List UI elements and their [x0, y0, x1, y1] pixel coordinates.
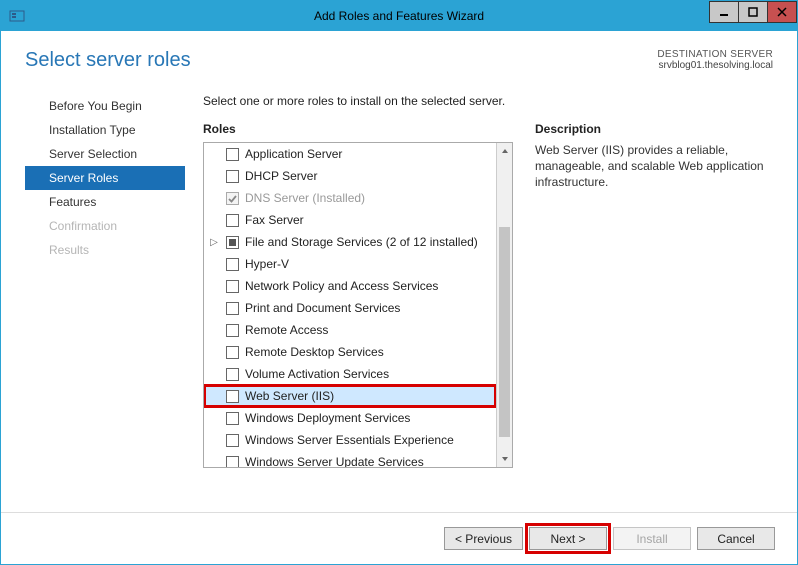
header-row: Select server roles DESTINATION SERVER s… [25, 49, 773, 72]
description-text: Web Server (IIS) provides a reliable, ma… [535, 142, 773, 191]
role-row-1[interactable]: DHCP Server [204, 165, 496, 187]
role-label: Windows Deployment Services [245, 411, 410, 425]
role-checkbox[interactable] [226, 302, 239, 315]
roles-heading: Roles [203, 122, 513, 136]
role-row-11[interactable]: Web Server (IIS) [204, 385, 496, 407]
install-button: Install [613, 527, 691, 550]
description-column: Description Web Server (IIS) provides a … [535, 122, 773, 468]
center-panel: Select one or more roles to install on t… [185, 94, 773, 468]
role-label: DHCP Server [245, 169, 317, 183]
window-buttons [710, 1, 797, 23]
roles-description-columns: Roles Application Server DHCP Server DNS S… [203, 122, 773, 468]
role-label: Application Server [245, 147, 342, 161]
role-row-8[interactable]: Remote Access [204, 319, 496, 341]
close-button[interactable] [767, 1, 797, 23]
sidebar-item-5: Confirmation [25, 214, 185, 238]
role-checkbox[interactable] [226, 280, 239, 293]
role-row-4[interactable]: ▷ File and Storage Services (2 of 12 inst… [204, 231, 496, 253]
role-checkbox[interactable] [226, 170, 239, 183]
wizard-sidebar: Before You BeginInstallation TypeServer … [25, 94, 185, 468]
app-icon [9, 8, 25, 24]
role-row-5[interactable]: Hyper-V [204, 253, 496, 275]
window-title: Add Roles and Features Wizard [1, 9, 797, 23]
role-checkbox[interactable] [226, 148, 239, 161]
role-label: Remote Access [245, 323, 328, 337]
wizard-window: Add Roles and Features Wizard Select ser… [0, 0, 798, 565]
role-label: Hyper-V [245, 257, 289, 271]
role-label: DNS Server (Installed) [245, 191, 365, 205]
role-checkbox[interactable] [226, 214, 239, 227]
role-label: Fax Server [245, 213, 304, 227]
role-row-9[interactable]: Remote Desktop Services [204, 341, 496, 363]
main-columns: Before You BeginInstallation TypeServer … [25, 94, 773, 468]
page-title: Select server roles [25, 49, 191, 72]
role-row-12[interactable]: Windows Deployment Services [204, 407, 496, 429]
role-checkbox[interactable] [226, 346, 239, 359]
role-checkbox[interactable] [226, 456, 239, 468]
cancel-button[interactable]: Cancel [697, 527, 775, 550]
role-checkbox[interactable] [226, 412, 239, 425]
role-row-0[interactable]: Application Server [204, 143, 496, 165]
role-label: File and Storage Services (2 of 12 insta… [245, 235, 478, 249]
role-row-6[interactable]: Network Policy and Access Services [204, 275, 496, 297]
scroll-thumb[interactable] [499, 227, 510, 437]
role-checkbox[interactable] [226, 236, 239, 249]
role-label: Windows Server Essentials Experience [245, 433, 454, 447]
role-checkbox [226, 192, 239, 205]
role-row-2: DNS Server (Installed) [204, 187, 496, 209]
footer: < Previous Next > Install Cancel [1, 512, 797, 564]
role-checkbox[interactable] [226, 390, 239, 403]
minimize-button[interactable] [709, 1, 739, 23]
role-row-10[interactable]: Volume Activation Services [204, 363, 496, 385]
previous-button[interactable]: < Previous [444, 527, 523, 550]
scrollbar[interactable] [496, 143, 512, 467]
sidebar-item-4[interactable]: Features [25, 190, 185, 214]
next-button[interactable]: Next > [529, 527, 607, 550]
role-checkbox[interactable] [226, 434, 239, 447]
content-area: Select server roles DESTINATION SERVER s… [1, 31, 797, 511]
role-label: Network Policy and Access Services [245, 279, 438, 293]
scroll-down-button[interactable] [497, 451, 512, 467]
scroll-track[interactable] [497, 159, 512, 451]
role-label: Print and Document Services [245, 301, 400, 315]
role-label: Windows Server Update Services [245, 455, 424, 467]
role-row-7[interactable]: Print and Document Services [204, 297, 496, 319]
sidebar-item-1[interactable]: Installation Type [25, 118, 185, 142]
role-checkbox[interactable] [226, 324, 239, 337]
role-label: Remote Desktop Services [245, 345, 384, 359]
role-row-14[interactable]: Windows Server Update Services [204, 451, 496, 467]
sidebar-item-3[interactable]: Server Roles [25, 166, 185, 190]
role-row-3[interactable]: Fax Server [204, 209, 496, 231]
description-heading: Description [535, 122, 773, 136]
role-checkbox[interactable] [226, 368, 239, 381]
role-label: Volume Activation Services [245, 367, 389, 381]
destination-value: srvblog01.thesolving.local [657, 60, 773, 71]
destination-label: DESTINATION SERVER [657, 49, 773, 60]
role-label: Web Server (IIS) [245, 389, 334, 403]
role-row-13[interactable]: Windows Server Essentials Experience [204, 429, 496, 451]
destination-info: DESTINATION SERVER srvblog01.thesolving.… [657, 49, 773, 71]
role-checkbox[interactable] [226, 258, 239, 271]
expand-icon[interactable]: ▷ [208, 237, 220, 248]
sidebar-item-2[interactable]: Server Selection [25, 142, 185, 166]
titlebar: Add Roles and Features Wizard [1, 1, 797, 31]
instruction-text: Select one or more roles to install on t… [203, 94, 773, 108]
sidebar-item-6: Results [25, 238, 185, 262]
roles-column: Roles Application Server DHCP Server DNS S… [203, 122, 513, 468]
maximize-button[interactable] [738, 1, 768, 23]
scroll-up-button[interactable] [497, 143, 512, 159]
sidebar-item-0[interactable]: Before You Begin [25, 94, 185, 118]
roles-list-inner: Application Server DHCP Server DNS Server … [204, 143, 496, 467]
roles-listbox[interactable]: Application Server DHCP Server DNS Server … [203, 142, 513, 468]
